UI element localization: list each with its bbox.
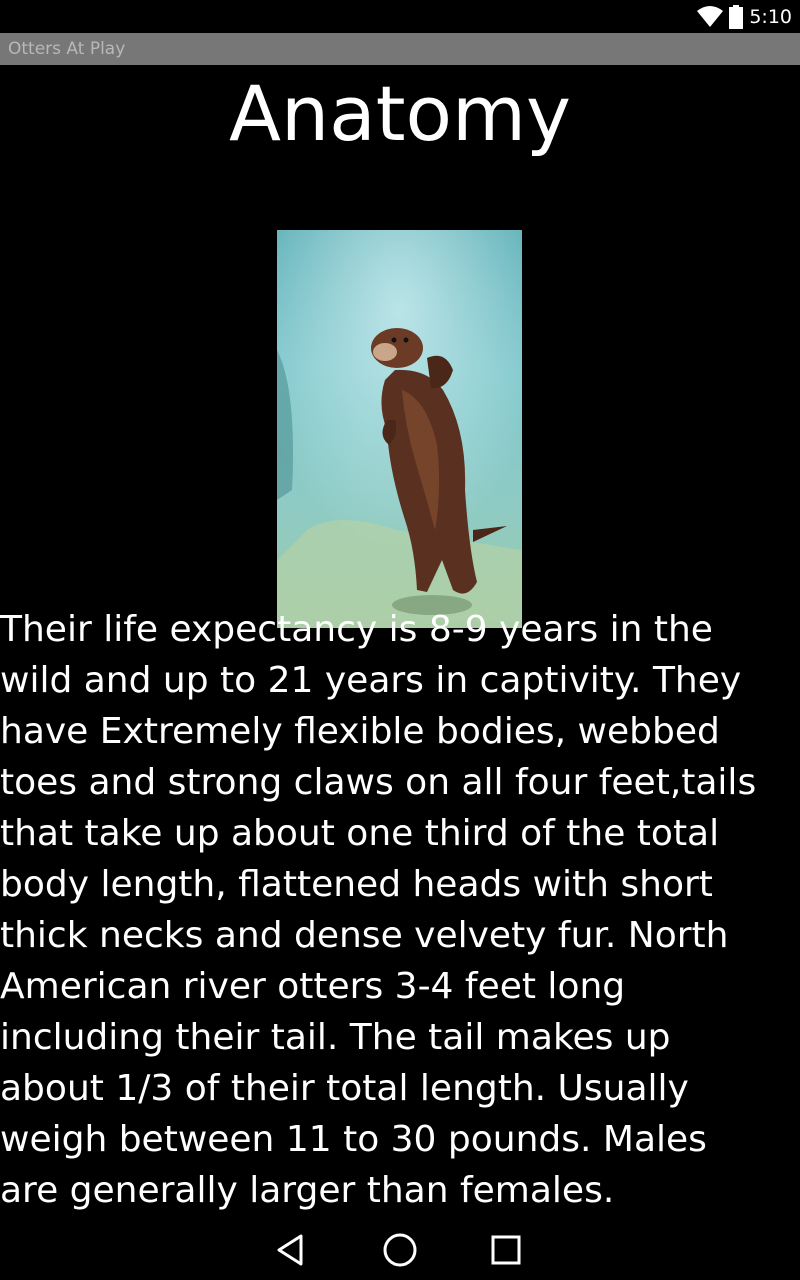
anatomy-description: Their life expectancy is 8-9 years in th… xyxy=(0,609,757,1211)
status-bar: 5:10 xyxy=(0,0,800,33)
battery-icon xyxy=(729,5,744,29)
status-icons: 5:10 xyxy=(697,4,792,30)
otter-photo xyxy=(277,230,522,628)
wifi-icon xyxy=(697,6,724,27)
home-icon[interactable] xyxy=(380,1230,420,1270)
navigation-bar xyxy=(0,1216,800,1280)
status-time: 5:10 xyxy=(749,6,792,28)
back-icon[interactable] xyxy=(271,1230,311,1270)
recents-icon[interactable] xyxy=(486,1230,526,1270)
page-title: Anatomy xyxy=(228,69,572,158)
app-title-bar: Otters At Play xyxy=(0,33,800,65)
app-title: Otters At Play xyxy=(8,39,126,59)
